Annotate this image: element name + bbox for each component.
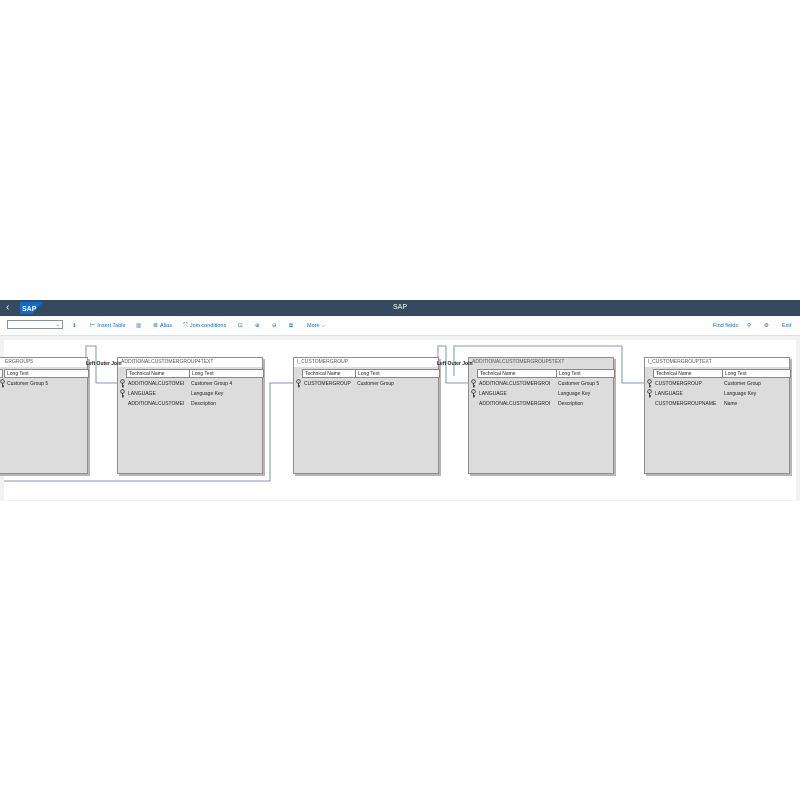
field-technical-name: ADDITIONALCUSTOMEI (128, 381, 185, 387)
key-icon (119, 379, 126, 388)
alias-icon: ≣ (153, 323, 159, 329)
field-long-text: Customer Group 5 (558, 381, 600, 387)
more-chevron-icon: ⌵ (321, 323, 326, 329)
shell-bar: ‹ SAP SAP (0, 300, 800, 316)
entity-title[interactable]: ADDITIONALCUSTOMERGROUP5TEXT (469, 358, 613, 367)
field-row[interactable]: CUSTOMERGROUPNAME Name (645, 399, 789, 409)
field-row[interactable]: CUSTOMERGROUP Customer Group (645, 379, 789, 389)
sap-app-window: ‹ SAP SAP ⌄ ⇟ ⊢ Insert Table ▥ ≣ Alias ⤧ Jo… (0, 300, 800, 501)
field-long-text: Name (724, 401, 738, 407)
find-fields-button[interactable]: Find fields (713, 321, 738, 331)
copy-icon[interactable]: ⧉ (289, 321, 293, 331)
entity-title[interactable]: I_CUSTOMERGROUP (294, 358, 438, 367)
field-row[interactable]: ADDITIONALCUSTOMEI Description (118, 399, 262, 409)
field-row[interactable]: LANGUAGE Language Key (645, 389, 789, 399)
field-long-text: Customer Group 5 (7, 381, 49, 387)
join-type-label[interactable]: Left Outer Join (86, 360, 122, 368)
entity-title[interactable]: ERGROUP5 (0, 358, 87, 367)
exit-button[interactable]: Exit (782, 321, 791, 331)
shell-title: SAP (392, 304, 407, 311)
field-technical-name: ADDITIONALCUSTOMERGROI (479, 401, 551, 407)
field-row[interactable]: Customer Group 5 (0, 379, 87, 389)
search-icon[interactable]: ⚲ (747, 321, 751, 331)
entity-box[interactable]: ADDITIONALCUSTOMERGROUP4TEXT Technical N… (117, 357, 264, 474)
field-technical-name: CUSTOMERGROUP (655, 381, 702, 387)
entity-title[interactable]: ADDITIONALCUSTOMERGROUP4TEXT (118, 358, 262, 367)
field-row[interactable]: ADDITIONALCUSTOMERGROI Description (469, 399, 613, 409)
field-long-text: Language Key (724, 391, 757, 397)
column-header-technical-name[interactable]: Technical Name (477, 369, 557, 378)
chevron-down-icon: ⌄ (55, 322, 60, 328)
insert-table-button[interactable]: ⊢ Insert Table (90, 321, 126, 331)
more-button[interactable]: More ⌵ (307, 321, 325, 331)
delete-icon[interactable]: ▥ (136, 321, 141, 331)
field-long-text: Customer Group (357, 381, 394, 387)
toolbar: ⌄ ⇟ ⊢ Insert Table ▥ ≣ Alias ⤧ Join conditi… (0, 317, 800, 336)
field-long-text: Language Key (558, 391, 591, 397)
alias-button[interactable]: ≣ Alias (153, 321, 172, 331)
field-row[interactable]: LANGUAGE Language Key (469, 389, 613, 399)
field-long-text: Customer Group 4 (191, 381, 233, 387)
entity-box[interactable]: I_CUSTOMERGROUPTEXT Technical Name Long … (644, 357, 791, 474)
entity-box[interactable]: ADDITIONALCUSTOMERGROUP5TEXT Technical N… (468, 357, 615, 474)
zoom-out-icon[interactable]: ⊖ (272, 321, 277, 331)
field-technical-name: ADDITIONALCUSTOMERGROI (479, 381, 551, 387)
field-row[interactable]: LANGUAGE Language Key (118, 389, 262, 399)
column-header-technical-name[interactable] (0, 369, 3, 378)
column-header-technical-name[interactable]: Technical Name (302, 369, 356, 378)
join-conditions-icon: ⤧ (183, 323, 188, 329)
settings-icon[interactable]: ⚙ (764, 321, 769, 331)
entity-header: Long Text (0, 369, 89, 378)
column-header-long-text[interactable]: Long Text (189, 369, 264, 378)
entity-title[interactable]: I_CUSTOMERGROUPTEXT (645, 358, 789, 367)
column-header-technical-name[interactable]: Technical Name (126, 369, 190, 378)
insert-table-icon: ⊢ (90, 323, 96, 329)
field-technical-name: LANGUAGE (128, 391, 156, 397)
alias-label: Alias (160, 323, 172, 329)
column-header-long-text[interactable]: Long Text (556, 369, 615, 378)
key-icon (295, 379, 302, 388)
fit-to-screen-icon[interactable]: ⊡ (238, 321, 243, 331)
field-long-text: Description (191, 401, 217, 407)
column-header-long-text[interactable]: Long Text (722, 369, 791, 378)
key-icon (119, 389, 126, 398)
join-conditions-button[interactable]: ⤧ Join conditions (183, 321, 226, 331)
column-header-long-text[interactable]: Long Text (355, 369, 440, 378)
field-row[interactable]: ADDITIONALCUSTOMEI Customer Group 4 (118, 379, 262, 389)
entity-header: Technical Name Long Text (118, 369, 264, 378)
field-technical-name: ADDITIONALCUSTOMEI (128, 401, 185, 407)
field-long-text: Customer Group (724, 381, 761, 387)
entity-box[interactable]: ERGROUP5 Long Text Customer Group 5 (0, 357, 89, 474)
field-technical-name: LANGUAGE (655, 391, 683, 397)
field-row[interactable]: ADDITIONALCUSTOMERGROI Customer Group 5 (469, 379, 613, 389)
zoom-in-icon[interactable]: ⊕ (255, 321, 260, 331)
field-technical-name: CUSTOMERGROUPNAME (655, 401, 717, 407)
field-technical-name: LANGUAGE (479, 391, 507, 397)
join-conditions-label: Join conditions (189, 323, 227, 329)
key-icon (470, 389, 477, 398)
key-icon (470, 379, 477, 388)
key-icon (0, 379, 6, 388)
join-type-label[interactable]: Left Outer Join (437, 360, 473, 368)
key-icon (646, 379, 653, 388)
entity-box[interactable]: I_CUSTOMERGROUP Technical Name Long Text… (293, 357, 440, 474)
key-icon (646, 389, 653, 398)
field-technical-name: CUSTOMERGROUP (304, 381, 351, 387)
entity-header: Technical Name Long Text (294, 369, 440, 378)
more-label: More (307, 323, 320, 329)
field-long-text: Description (558, 401, 584, 407)
entity-header: Technical Name Long Text (645, 369, 791, 378)
layout-icon[interactable]: ⇟ (72, 321, 77, 331)
field-row[interactable]: CUSTOMERGROUP Customer Group (294, 379, 438, 389)
entity-header: Technical Name Long Text (469, 369, 615, 378)
field-long-text: Language Key (191, 391, 224, 397)
view-select[interactable]: ⌄ (7, 320, 63, 329)
column-header-long-text[interactable]: Long Text (4, 369, 89, 378)
insert-table-label: Insert Table (97, 323, 126, 329)
column-header-technical-name[interactable]: Technical Name (653, 369, 723, 378)
